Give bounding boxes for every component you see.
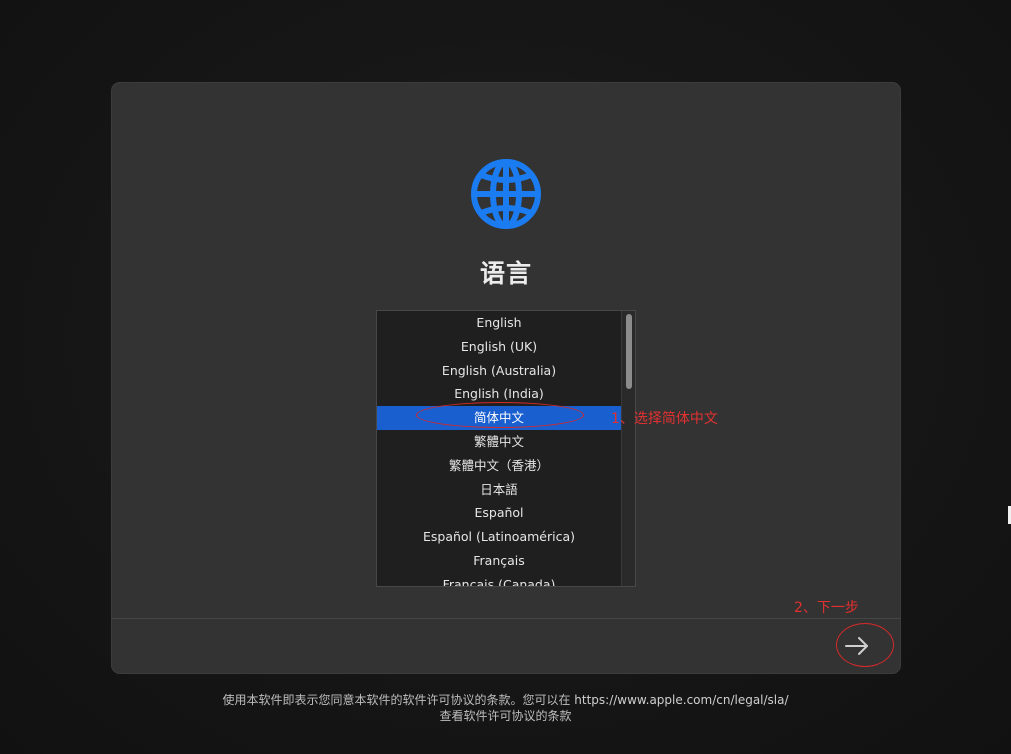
language-option[interactable]: Español: [377, 501, 621, 525]
language-items: English English (UK) English (Australia) En…: [377, 311, 621, 586]
language-option[interactable]: 繁體中文: [377, 430, 621, 454]
annotation-circle-next: [836, 623, 894, 667]
license-line-1: 使用本软件即表示您同意本软件的软件许可协议的条款。您可以在 https://ww…: [0, 692, 1011, 708]
license-url: https://www.apple.com/cn/legal/sla/: [574, 693, 789, 707]
annotation-circle-selection: [416, 402, 584, 428]
language-option[interactable]: 日本語: [377, 478, 621, 502]
annotation-step1: 1、选择简体中文: [611, 411, 718, 427]
language-option[interactable]: Français: [377, 549, 621, 573]
license-notice: 使用本软件即表示您同意本软件的软件许可协议的条款。您可以在 https://ww…: [0, 692, 1011, 724]
license-text: 使用本软件即表示您同意本软件的软件许可协议的条款。您可以在: [222, 693, 575, 707]
installer-screen: 语言 English English (UK) English (Australia…: [0, 0, 1011, 754]
language-list[interactable]: English English (UK) English (Australia) En…: [376, 310, 636, 587]
language-option[interactable]: English: [377, 311, 621, 335]
page-title: 语言: [479, 259, 532, 288]
language-option[interactable]: Français (Canada): [377, 573, 621, 586]
language-option[interactable]: English (UK): [377, 335, 621, 359]
language-option[interactable]: Español (Latinoamérica): [377, 525, 621, 549]
annotation-step2: 2、下一步: [794, 600, 859, 616]
globe-icon: [471, 159, 541, 229]
scrollbar-thumb[interactable]: [626, 314, 632, 389]
scrollbar[interactable]: [621, 311, 635, 586]
language-option[interactable]: English (Australia): [377, 359, 621, 383]
license-line-2: 查看软件许可协议的条款: [439, 709, 572, 723]
language-option[interactable]: 繁體中文（香港）: [377, 454, 621, 478]
language-panel: 语言 English English (UK) English (Australia…: [111, 82, 901, 674]
footer-divider: [111, 618, 901, 619]
